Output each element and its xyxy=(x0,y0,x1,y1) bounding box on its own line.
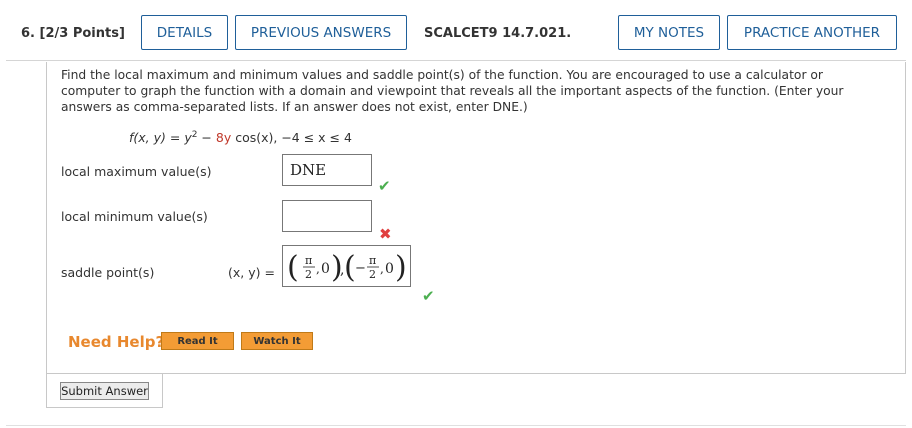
question-header: 6. [2/3 Points] DETAILS PREVIOUS ANSWERS… xyxy=(0,0,912,62)
saddle-label: saddle point(s) xyxy=(61,265,155,280)
zero-1: 0 xyxy=(321,261,330,277)
practice-another-button[interactable]: PRACTICE ANOTHER xyxy=(727,15,897,50)
header-divider xyxy=(6,60,906,61)
function-tail: cos(x), −4 ≤ x ≤ 4 xyxy=(231,130,352,146)
frac2-den: 2 xyxy=(369,268,376,281)
saddle-correct-icon: ✔ xyxy=(422,287,435,305)
local-min-label: local minimum value(s) xyxy=(61,209,208,224)
open-paren-2: ( xyxy=(344,250,356,285)
saddle-math-render: ( π 2 , 0 ) , ( − π 2 , 0 ) xyxy=(287,250,407,285)
question-number: 6. [2/3 Points] xyxy=(21,26,125,41)
comma-1: , xyxy=(316,262,320,276)
local-min-incorrect-icon: ✖ xyxy=(379,225,392,243)
read-it-button[interactable]: Read It xyxy=(161,332,234,350)
question-number-text: 6. xyxy=(21,26,35,41)
my-notes-button[interactable]: MY NOTES xyxy=(618,15,720,50)
saddle-prefix: (x, y) = xyxy=(228,265,275,280)
submit-answer-button[interactable]: Submit Answer xyxy=(60,382,149,400)
frac2-num: π xyxy=(369,254,376,267)
frac1-den: 2 xyxy=(305,268,312,281)
zero-2: 0 xyxy=(385,261,394,277)
close-paren-2: ) xyxy=(395,250,407,285)
source-label: SCALCET9 14.7.021. xyxy=(424,26,572,41)
bottom-divider xyxy=(6,425,906,426)
frac1-num: π xyxy=(305,254,312,267)
function-expression: f(x, y) = y2 − 8y cos(x), −4 ≤ x ≤ 4 xyxy=(129,130,352,145)
local-max-input[interactable]: DNE xyxy=(282,154,372,186)
question-prompt: Find the local maximum and minimum value… xyxy=(61,68,844,114)
local-max-correct-icon: ✔ xyxy=(378,177,391,195)
comma-3: , xyxy=(380,262,384,276)
open-paren-1: ( xyxy=(287,250,299,285)
previous-answers-button[interactable]: PREVIOUS ANSWERS xyxy=(235,15,407,50)
function-lhs: f(x, y) = y xyxy=(129,130,192,146)
local-max-label: local maximum value(s) xyxy=(61,164,212,179)
watch-it-button[interactable]: Watch It xyxy=(241,332,313,350)
function-coefficient: 8y xyxy=(215,130,232,146)
saddle-input[interactable]: ( π 2 , 0 ) , ( − π 2 , 0 ) xyxy=(282,245,411,287)
points-text: [2/3 Points] xyxy=(39,26,125,41)
local-min-input[interactable] xyxy=(282,200,372,232)
details-button[interactable]: DETAILS xyxy=(141,15,228,50)
need-help-label: Need Help? xyxy=(68,333,165,351)
function-minus: − xyxy=(197,130,216,146)
minus-sign: − xyxy=(355,261,366,276)
